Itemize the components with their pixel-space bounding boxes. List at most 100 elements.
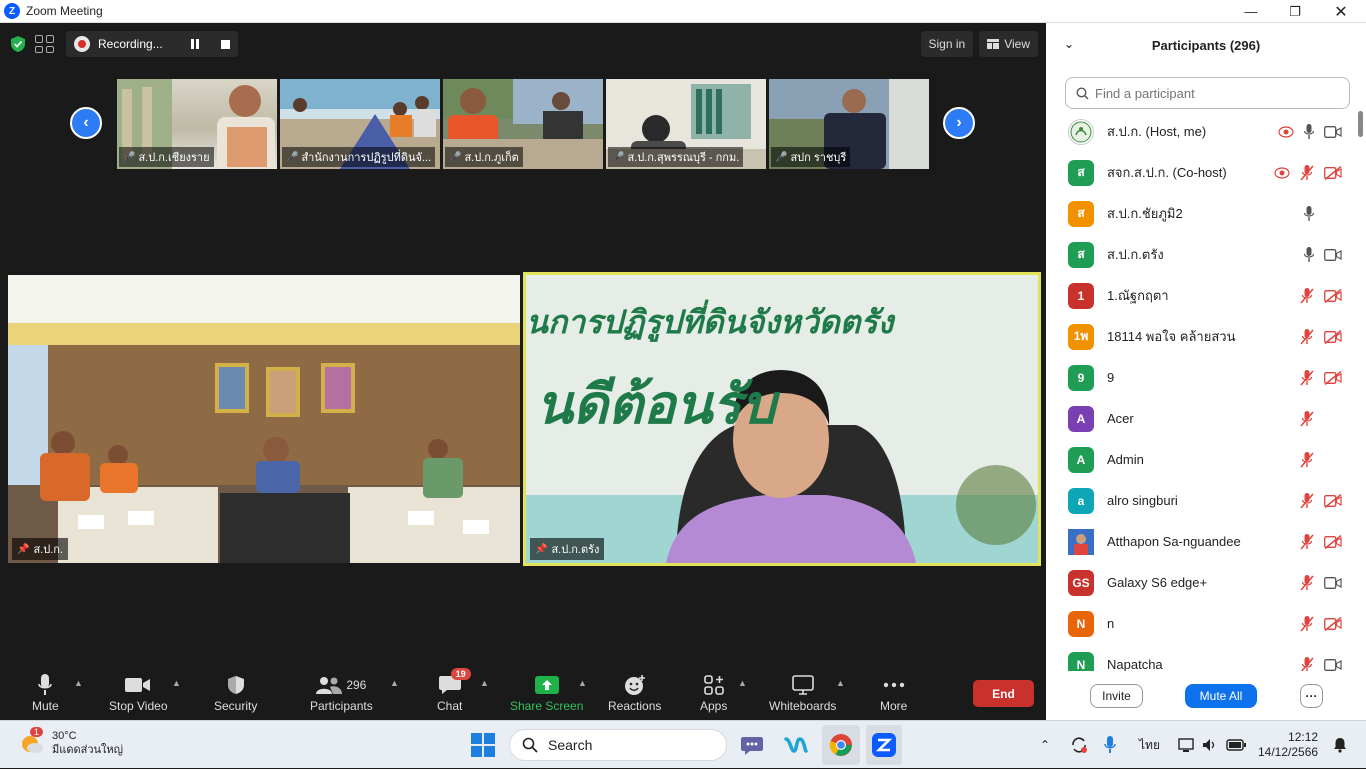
battery-icon[interactable] — [1226, 721, 1246, 769]
share-screen-button[interactable]: Share Screen — [510, 672, 583, 713]
notification-bell-icon[interactable] — [1332, 721, 1348, 769]
participant-search-input[interactable] — [1095, 85, 1335, 101]
minimize-button[interactable]: — — [1228, 0, 1274, 23]
network-icon[interactable] — [1178, 721, 1194, 769]
show-hidden-icons-chevron-icon[interactable]: ⌃ — [1040, 721, 1050, 769]
camera-on-icon[interactable] — [1324, 658, 1342, 671]
participant-thumbnail[interactable]: 🎤 ส.ป.ก.เชียงราย — [117, 79, 277, 169]
mic-muted-icon[interactable] — [1300, 164, 1314, 181]
participant-thumbnail[interactable]: 🎤 สำนักงานการปฏิรูปที่ดินจั... — [280, 79, 440, 169]
camera-off-icon[interactable] — [1324, 288, 1342, 303]
mic-muted-icon[interactable] — [1300, 410, 1314, 427]
invite-button[interactable]: Invite — [1090, 684, 1143, 708]
camera-off-icon[interactable] — [1324, 370, 1342, 385]
mic-muted-icon[interactable] — [1300, 615, 1314, 632]
camera-on-icon[interactable] — [1324, 125, 1342, 138]
participant-row[interactable]: N Napatcha — [1046, 644, 1356, 671]
gallery-grid-icon[interactable] — [34, 34, 54, 54]
pause-recording-icon[interactable] — [190, 39, 201, 49]
participant-thumbnail[interactable]: 🎤 สปก ราชบุรี — [769, 79, 929, 169]
video-tile-meeting-room[interactable]: 📌 ส.ป.ก. — [8, 275, 520, 563]
participant-list-scrollbar[interactable] — [1358, 111, 1364, 671]
system-clock[interactable]: 12:12 14/12/2566 — [1258, 721, 1318, 769]
camera-off-icon[interactable] — [1324, 493, 1342, 508]
mic-on-icon[interactable] — [1304, 123, 1314, 140]
share-options-caret-icon[interactable]: ▲ — [578, 678, 587, 688]
participant-row[interactable]: ส สจก.ส.ป.ก. (Co-host) — [1046, 152, 1356, 193]
mic-muted-icon[interactable] — [1300, 533, 1314, 550]
camera-off-icon[interactable] — [1324, 616, 1342, 631]
participant-row[interactable]: 1พ 18114 พอใจ คล้ายสวน — [1046, 316, 1356, 357]
mute-all-button[interactable]: Mute All — [1185, 684, 1257, 708]
camera-on-icon[interactable] — [1324, 248, 1342, 261]
zoom-taskbar-icon[interactable] — [866, 725, 902, 765]
mic-muted-icon[interactable] — [1300, 328, 1314, 345]
webex-taskbar-icon[interactable] — [784, 733, 808, 762]
participant-row[interactable]: 1 1.ณัฐกฤตา — [1046, 275, 1356, 316]
chrome-taskbar-icon[interactable] — [822, 725, 860, 765]
next-page-button[interactable]: › — [943, 107, 975, 139]
tray-microphone-icon[interactable] — [1104, 721, 1116, 769]
participant-thumbnail[interactable]: 🎤 ส.ป.ก.สุพรรณบุรี - กกม. — [606, 79, 766, 169]
encryption-shield-icon[interactable] — [8, 33, 28, 55]
participant-row[interactable]: A Acer — [1046, 398, 1356, 439]
camera-on-icon[interactable] — [1324, 576, 1342, 589]
weather-widget[interactable]: 1 30°C มีแดดส่วนใหญ่ — [20, 727, 123, 757]
sign-in-button[interactable]: Sign in — [920, 31, 974, 57]
chat-options-caret-icon[interactable]: ▲ — [480, 678, 489, 688]
sync-icon[interactable] — [1070, 721, 1088, 769]
close-button[interactable]: ✕ — [1318, 0, 1364, 23]
mic-muted-icon[interactable] — [1300, 369, 1314, 386]
mic-muted-icon[interactable] — [1300, 451, 1314, 468]
participants-button[interactable]: 296 Participants — [310, 672, 373, 713]
security-button[interactable]: Security — [214, 672, 257, 713]
collapse-panel-chevron-icon[interactable]: ⌄ — [1064, 37, 1074, 51]
mic-muted-icon[interactable] — [1300, 574, 1314, 591]
mic-on-icon[interactable] — [1304, 246, 1314, 263]
mic-muted-icon[interactable] — [1300, 287, 1314, 304]
participant-row[interactable]: ส ส.ป.ก.ชัยภูมิ2 — [1046, 193, 1356, 234]
video-options-caret-icon[interactable]: ▲ — [172, 678, 181, 688]
windows-start-icon[interactable] — [471, 733, 495, 762]
mic-muted-icon[interactable] — [1300, 656, 1314, 672]
whiteboards-options-caret-icon[interactable]: ▲ — [836, 678, 845, 688]
participant-row[interactable]: ส ส.ป.ก.ตรัง — [1046, 234, 1356, 275]
volume-icon[interactable] — [1202, 721, 1218, 769]
stop-video-button[interactable]: Stop Video — [109, 672, 168, 713]
mute-options-caret-icon[interactable]: ▲ — [74, 678, 83, 688]
end-meeting-button[interactable]: End — [973, 680, 1034, 707]
tile-name: ส.ป.ก.ตรัง — [551, 544, 600, 556]
participants-options-caret-icon[interactable]: ▲ — [390, 678, 399, 688]
camera-off-icon[interactable] — [1324, 329, 1342, 344]
participant-thumbnail[interactable]: 🎤 ส.ป.ก.ภูเก็ต — [443, 79, 603, 169]
apps-button[interactable]: Apps — [700, 672, 727, 713]
participant-row[interactable]: a alro singburi — [1046, 480, 1356, 521]
view-button[interactable]: View — [979, 31, 1038, 57]
input-language[interactable]: ไทย — [1139, 721, 1160, 769]
reactions-button[interactable]: Reactions — [608, 672, 661, 713]
participant-row[interactable]: Atthapon Sa-nguandee — [1046, 521, 1356, 562]
mic-muted-icon[interactable] — [1300, 492, 1314, 509]
panel-more-button[interactable]: ··· — [1300, 684, 1323, 708]
participant-row[interactable]: GS Galaxy S6 edge+ — [1046, 562, 1356, 603]
participant-row[interactable]: A Admin — [1046, 439, 1356, 480]
chat-app-taskbar-icon[interactable] — [740, 733, 764, 762]
apps-options-caret-icon[interactable]: ▲ — [738, 678, 747, 688]
participant-row[interactable]: Nn — [1046, 603, 1356, 644]
participant-row[interactable]: ส.ป.ก. (Host, me) — [1046, 111, 1356, 152]
camera-off-icon[interactable] — [1324, 165, 1342, 180]
previous-page-button[interactable]: ‹ — [70, 107, 102, 139]
taskbar-search-box[interactable]: Search — [509, 729, 727, 761]
restore-button[interactable]: ❐ — [1272, 0, 1318, 23]
mic-on-icon[interactable] — [1304, 205, 1314, 222]
chat-button[interactable]: 19 Chat — [437, 668, 471, 713]
participant-row[interactable]: 99 — [1046, 357, 1356, 398]
participant-search-box[interactable] — [1065, 77, 1350, 109]
stop-recording-icon[interactable] — [220, 39, 230, 49]
mute-button[interactable]: Mute — [32, 672, 59, 713]
video-tile-active-speaker[interactable]: นการปฏิรูปที่ดินจังหวัดตรัง นดีต้อนรับ 📌… — [523, 272, 1041, 566]
whiteboards-button[interactable]: Whiteboards — [769, 672, 836, 713]
whiteboard-icon — [791, 675, 814, 695]
more-button[interactable]: More — [880, 672, 907, 713]
camera-off-icon[interactable] — [1324, 534, 1342, 549]
